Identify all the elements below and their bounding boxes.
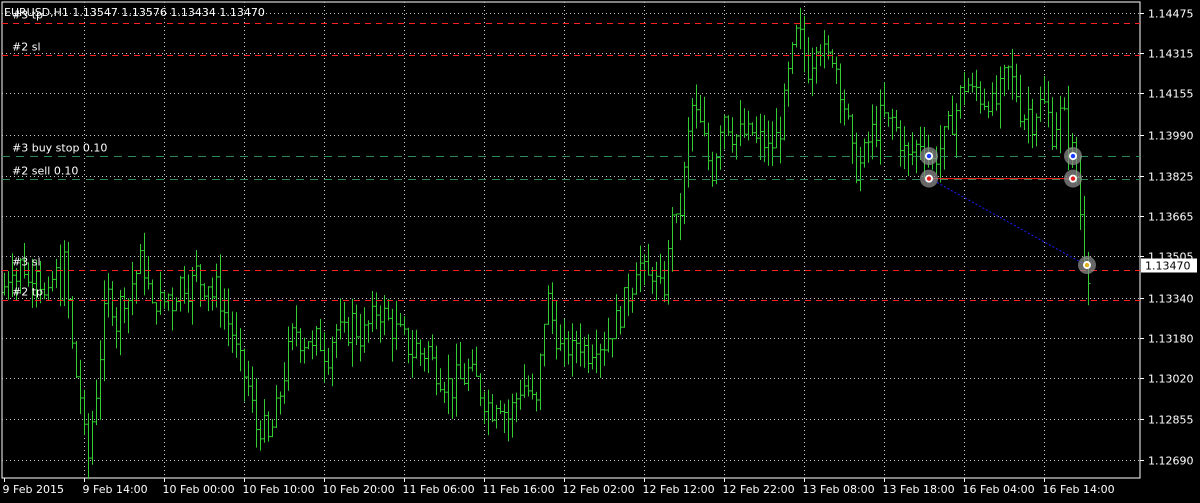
marker-dot: [1084, 262, 1090, 268]
y-tick-label: 1.12690: [1148, 455, 1194, 468]
marker-dot: [926, 153, 932, 159]
x-tick-label: 13 Feb 08:00: [803, 483, 875, 496]
chart-header: EURUSD,H1 1.13547 1.13576 1.13434 1.1347…: [4, 6, 265, 19]
price-chart[interactable]: #3 tp#2 sl#3 buy stop 0.10#2 sell 0.10#3…: [0, 0, 1200, 500]
y-tick-label: 1.13825: [1148, 171, 1194, 184]
x-tick-label: 11 Feb 06:00: [403, 483, 475, 496]
x-tick-label: 10 Feb 00:00: [163, 483, 235, 496]
x-tick-label: 9 Feb 14:00: [83, 483, 148, 496]
x-tick-label: 16 Feb 04:00: [963, 483, 1035, 496]
y-tick-label: 1.13990: [1148, 130, 1194, 143]
y-tick-label: 1.13665: [1148, 211, 1194, 224]
sell-entry-marker[interactable]: [920, 169, 938, 188]
x-tick-label: 9 Feb 2015: [3, 483, 64, 496]
x-tick-label: 12 Feb 22:00: [723, 483, 795, 496]
y-tick-label: 1.14315: [1148, 48, 1194, 61]
marker-dot: [1070, 153, 1076, 159]
buy-stop-marker[interactable]: [1064, 147, 1082, 166]
order-line-label: #3 buy stop 0.10: [12, 142, 107, 155]
y-tick-label: 1.14155: [1148, 88, 1194, 101]
order-line-label: #2 sl: [12, 41, 41, 54]
y-tick-label: 1.13020: [1148, 373, 1194, 386]
x-tick-label: 10 Feb 10:00: [243, 483, 315, 496]
y-tick-label: 1.13340: [1148, 293, 1194, 306]
sell-entry-marker[interactable]: [1064, 169, 1082, 188]
order-line-label: #2 tp: [12, 286, 43, 299]
y-tick-label: 1.14475: [1148, 8, 1194, 21]
marker-dot: [1070, 176, 1076, 181]
order-line-label: #3 sl: [12, 256, 41, 269]
marker-dot: [926, 176, 932, 181]
x-tick-label: 12 Feb 02:00: [563, 483, 635, 496]
close-marker[interactable]: [1078, 256, 1096, 275]
current-price-label: 1.13470: [1145, 260, 1191, 273]
x-tick-label: 12 Feb 12:00: [643, 483, 715, 496]
buy-stop-marker[interactable]: [920, 147, 938, 166]
x-tick-label: 16 Feb 14:00: [1043, 483, 1115, 496]
x-tick-label: 13 Feb 18:00: [883, 483, 955, 496]
y-tick-label: 1.12855: [1148, 414, 1194, 427]
x-tick-label: 11 Feb 16:00: [483, 483, 555, 496]
y-tick-label: 1.13180: [1148, 333, 1194, 346]
order-line-label: #2 sell 0.10: [12, 165, 78, 178]
x-tick-label: 10 Feb 20:00: [323, 483, 395, 496]
chart-window[interactable]: #3 tp #2 sl #3 buy stop 0.10 #2 sell 0.10 #3…: [0, 0, 1200, 500]
